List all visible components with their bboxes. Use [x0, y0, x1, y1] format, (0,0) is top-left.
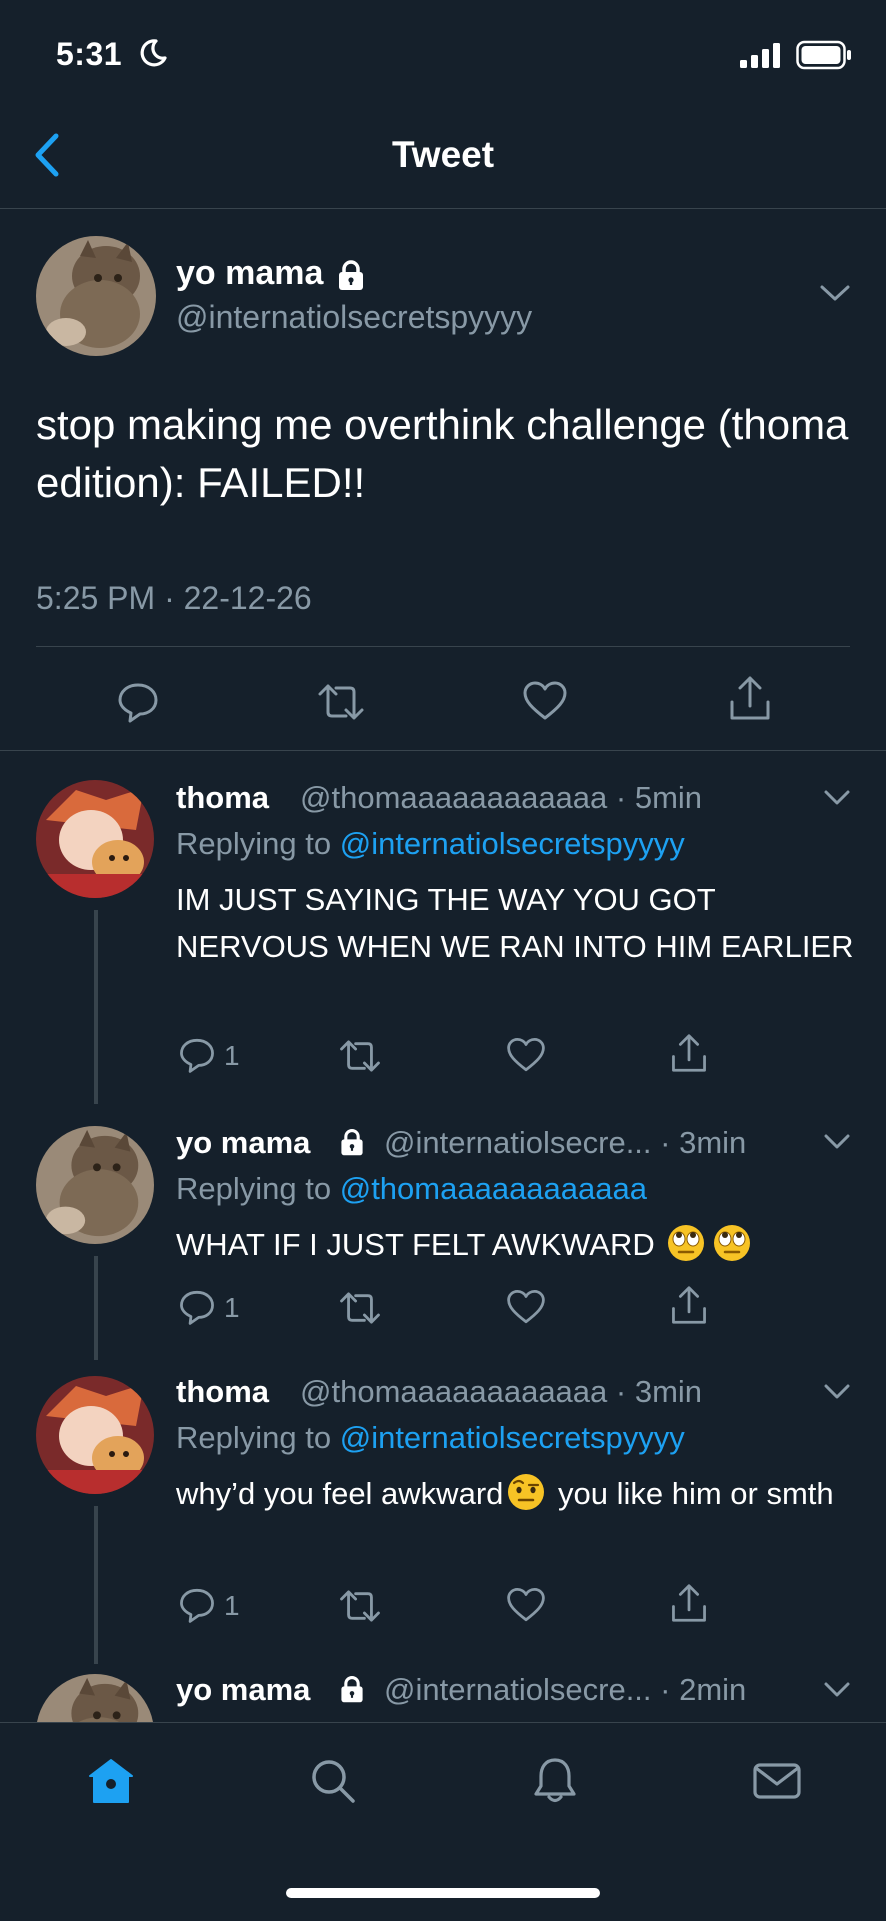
- notifications-icon[interactable]: [530, 1756, 580, 1806]
- chevron-down-icon[interactable]: [822, 788, 852, 808]
- reply-icon[interactable]: [178, 1288, 216, 1326]
- replying-to: Replying to @thomaaaaaaaaaaaa: [176, 1171, 647, 1207]
- protected-lock-icon: [341, 1676, 363, 1703]
- share-icon[interactable]: [670, 1284, 708, 1326]
- retweet-icon[interactable]: [338, 1290, 382, 1326]
- reply-author-name[interactable]: yo mama: [176, 1672, 310, 1708]
- reply-text-line: WHAT IF I JUST FELT AWKWARD: [176, 1221, 876, 1268]
- like-heart-icon[interactable]: [506, 1586, 546, 1624]
- share-icon[interactable]: [670, 1582, 708, 1624]
- reply-text: IM JUST SAYING THE WAY YOU GOT NERVOUS W…: [176, 882, 854, 964]
- author-handle[interactable]: @internatiolsecretspyyyy: [176, 299, 532, 336]
- reply-author-name[interactable]: thoma: [176, 1374, 269, 1410]
- reply-text-start: why’d you feel awkward: [176, 1476, 504, 1511]
- home-icon[interactable]: [86, 1756, 136, 1806]
- replying-to: Replying to @internatiolsecretspyyyy: [176, 826, 685, 862]
- like-heart-icon[interactable]: [522, 680, 568, 722]
- rolling-eyes-emoji: [668, 1225, 705, 1261]
- tweet-text: stop making me overthink challenge (thom…: [36, 401, 849, 506]
- section-divider: [0, 750, 886, 751]
- replying-label: Replying to: [176, 1171, 332, 1206]
- replying-to: Replying to @internatiolsecretspyyyy: [176, 1420, 685, 1456]
- thread-line: [94, 910, 98, 1104]
- reply-author-handle[interactable]: @thomaaaaaaaaaaaa · 5min: [300, 780, 702, 816]
- reply-count: 1: [224, 1292, 240, 1323]
- chevron-down-icon[interactable]: [822, 1680, 852, 1700]
- battery-icon: [796, 40, 851, 70]
- reply-author-name[interactable]: thoma: [176, 780, 269, 816]
- reply-author-name[interactable]: yo mama: [176, 1125, 310, 1161]
- thread-line: [94, 1506, 98, 1664]
- reply-handle-text: @thomaaaaaaaaaaaa: [300, 780, 608, 815]
- messages-icon[interactable]: [752, 1756, 802, 1806]
- share-icon[interactable]: [670, 1032, 708, 1074]
- avatar-yo-mama[interactable]: [36, 236, 156, 356]
- reply-author-handle[interactable]: @internatiolsecre... · 3min: [384, 1125, 746, 1161]
- chevron-down-icon[interactable]: [822, 1132, 852, 1152]
- reply-handle-text: @thomaaaaaaaaaaaa: [300, 1374, 608, 1409]
- protected-lock-icon: [341, 1129, 363, 1156]
- author-name[interactable]: yo mama: [176, 254, 323, 293]
- avatar-thoma[interactable]: [36, 1376, 154, 1494]
- home-indicator[interactable]: [286, 1888, 600, 1898]
- chevron-down-icon[interactable]: [818, 282, 852, 304]
- reply-handle-text: @internatiolsecre...: [384, 1672, 652, 1707]
- thread-line: [94, 1256, 98, 1360]
- chevron-down-icon[interactable]: [822, 1382, 852, 1402]
- replying-label: Replying to: [176, 826, 332, 861]
- status-time: 5:31: [56, 36, 123, 72]
- reply-author-handle[interactable]: @thomaaaaaaaaaaaa · 3min: [300, 1374, 702, 1410]
- do-not-disturb-moon-icon: [140, 39, 167, 67]
- reply-text: why’d you feel awkward you like him or s…: [176, 1470, 866, 1517]
- protected-lock-icon: [339, 260, 363, 290]
- reply-time: · 3min: [660, 1125, 747, 1160]
- reply-time: · 2min: [660, 1672, 747, 1707]
- replying-to-link[interactable]: @internatiolsecretspyyyy: [340, 826, 685, 861]
- tweet-divider: [36, 646, 850, 647]
- reply-author-handle[interactable]: @internatiolsecre... · 2min: [384, 1672, 746, 1708]
- page-title: Tweet: [391, 134, 495, 175]
- header-divider: [0, 208, 886, 209]
- reply-icon[interactable]: [178, 1036, 216, 1074]
- replying-to-link[interactable]: @thomaaaaaaaaaaaa: [340, 1171, 647, 1206]
- cellular-signal-icon: [740, 43, 780, 68]
- reply-icon[interactable]: [116, 680, 160, 724]
- rolling-eyes-emoji: [714, 1225, 751, 1261]
- retweet-icon[interactable]: [316, 682, 366, 722]
- retweet-icon[interactable]: [338, 1588, 382, 1624]
- search-icon[interactable]: [308, 1756, 358, 1806]
- reply-time: · 3min: [615, 1374, 703, 1409]
- reply-text: WHAT IF I JUST FELT AWKWARD: [176, 1227, 655, 1262]
- like-heart-icon[interactable]: [506, 1288, 546, 1326]
- reply-icon[interactable]: [178, 1586, 216, 1624]
- replying-label: Replying to: [176, 1420, 332, 1455]
- share-icon[interactable]: [728, 674, 772, 722]
- retweet-icon[interactable]: [338, 1038, 382, 1074]
- avatar-thoma[interactable]: [36, 780, 154, 898]
- avatar-yo-mama[interactable]: [36, 1126, 154, 1244]
- replying-to-link[interactable]: @internatiolsecretspyyyy: [340, 1420, 685, 1455]
- reply-time: · 5min: [615, 780, 703, 815]
- reply-text-end: you like him or smth: [549, 1476, 834, 1511]
- reply-count: 1: [224, 1040, 240, 1071]
- reply-handle-text: @internatiolsecre...: [384, 1125, 652, 1160]
- raised-eyebrow-emoji: [508, 1474, 545, 1510]
- reply-count: 1: [224, 1590, 240, 1621]
- like-heart-icon[interactable]: [506, 1036, 546, 1074]
- tweet-timestamp: 5:25 PM · 22-12-26: [36, 580, 312, 616]
